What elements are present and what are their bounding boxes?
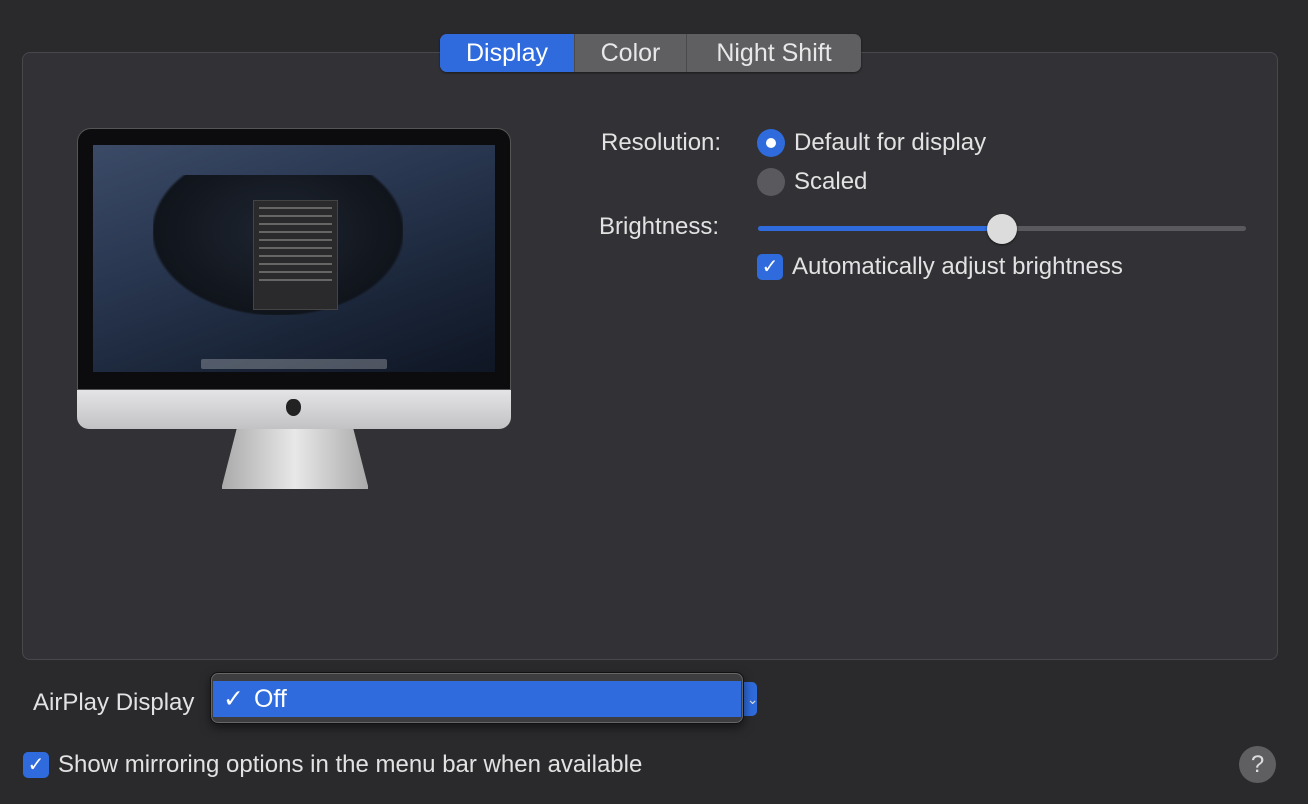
brightness-label: Brightness: — [599, 213, 720, 240]
brightness-slider-knob[interactable] — [987, 214, 1017, 244]
brightness-slider[interactable] — [758, 214, 1246, 244]
menu-item-off[interactable]: ✓ Off — [213, 681, 741, 717]
scaled-label[interactable]: Scaled — [794, 168, 867, 196]
tab-color[interactable]: Color — [575, 34, 687, 72]
radio-scaled[interactable] — [757, 168, 785, 196]
tab-night-shift[interactable]: Night Shift — [687, 34, 861, 72]
airplay-display-menu: ✓ Off — [210, 672, 744, 724]
airplay-display-label: AirPlay Display — [33, 689, 195, 716]
apple-logo-icon — [286, 399, 301, 416]
resolution-label: Resolution: — [601, 129, 722, 156]
dock — [201, 359, 387, 369]
menu-item-off-label: Off — [253, 684, 287, 713]
imac-screen — [93, 145, 495, 372]
default-for-display-label[interactable]: Default for display — [794, 129, 986, 157]
mirroring-checkbox[interactable]: ✓ — [23, 752, 49, 778]
auto-brightness-label[interactable]: Automatically adjust brightness — [792, 253, 1123, 281]
mirroring-label[interactable]: Show mirroring options in the menu bar w… — [58, 751, 642, 779]
checkmark-icon: ✓ — [223, 685, 244, 713]
help-button[interactable]: ? — [1239, 746, 1276, 783]
tab-bar: Display Color Night Shift — [440, 34, 861, 72]
radio-default-for-display[interactable] — [757, 129, 785, 157]
brightness-slider-fill — [758, 226, 1002, 231]
auto-brightness-checkbox[interactable]: ✓ — [757, 254, 783, 280]
imac-chin — [77, 390, 511, 429]
tab-display[interactable]: Display — [440, 34, 575, 72]
imac-stand — [222, 429, 368, 489]
